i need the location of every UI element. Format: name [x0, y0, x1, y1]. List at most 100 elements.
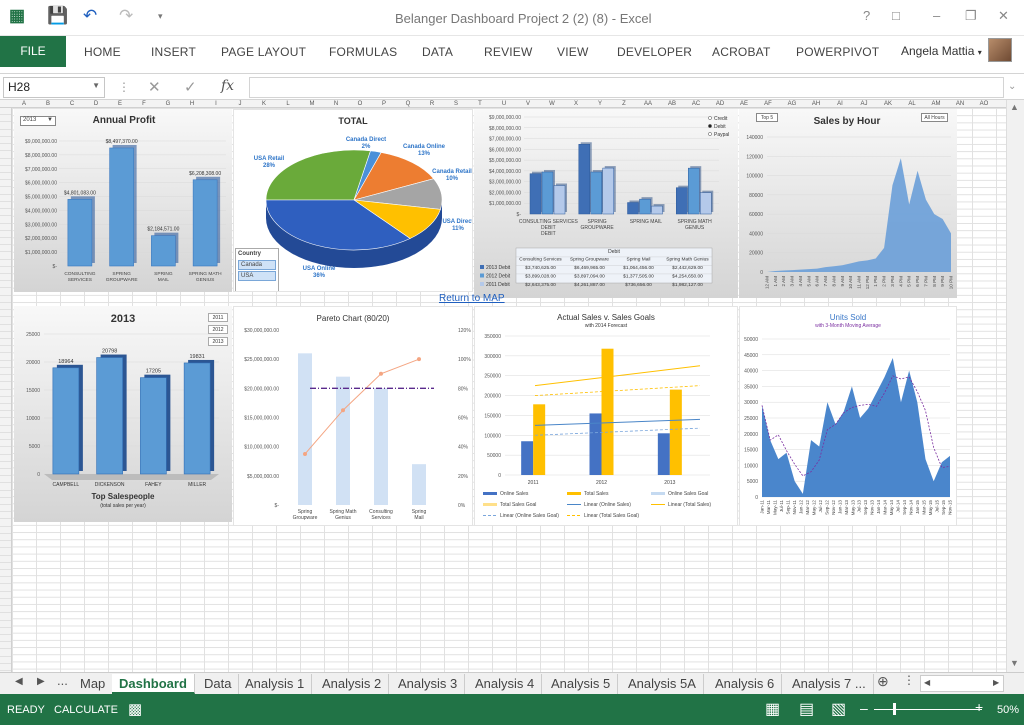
enter-icon[interactable]: ✓ [184, 78, 197, 96]
top-salespeople-chart[interactable]: 2013 0 5000 10000 15000 20000 25000 18964 CAMPB… [14, 306, 232, 522]
column-header[interactable]: N [324, 100, 348, 108]
sheet-tab[interactable]: Analysis 3 [391, 674, 466, 694]
row-header[interactable] [0, 606, 11, 614]
row-header[interactable] [0, 613, 11, 621]
scroll-down-icon[interactable]: ▼ [1010, 658, 1019, 668]
zoom-in-icon[interactable]: + [975, 699, 983, 715]
next-sheet-icon[interactable]: ▶ [37, 676, 45, 687]
debit-bar-chart[interactable]: $- $1,000,000.00 $2,000,000.00 $3,000,000.0… [474, 109, 738, 298]
row-header[interactable] [0, 339, 11, 347]
column-header[interactable]: AN [948, 100, 972, 108]
country-slicer[interactable]: Country Canada USA [235, 248, 279, 291]
column-header[interactable]: S [444, 100, 468, 108]
annual-profit-chart[interactable]: Annual Profit 2013 ▼ $- $1,000,000.00 $2,00… [14, 109, 232, 292]
row-header[interactable] [0, 426, 11, 433]
row-header[interactable] [0, 534, 11, 542]
row-header[interactable] [0, 245, 11, 253]
tab-formulas[interactable]: FORMULAS [329, 45, 397, 59]
row-header[interactable] [0, 130, 11, 137]
row-header[interactable] [0, 195, 11, 202]
row-header[interactable] [0, 642, 11, 650]
restore-icon[interactable]: ❐ [965, 8, 977, 24]
units-sold-chart[interactable]: Units Sold with 3-Month Moving Average 0… [739, 306, 957, 526]
sheet-tab[interactable]: Analysis 2 [315, 674, 390, 694]
row-header[interactable] [0, 440, 11, 448]
row-header[interactable] [0, 397, 11, 404]
formula-input[interactable] [249, 77, 1004, 98]
pareto-chart[interactable]: Pareto Chart (80/20) $- $5,000,000.00 $10,… [233, 306, 473, 526]
row-header[interactable] [0, 231, 11, 238]
row-header[interactable] [0, 577, 11, 585]
row-header[interactable] [0, 346, 11, 354]
row-header[interactable] [0, 592, 11, 599]
scroll-right-icon[interactable]: ▶ [993, 678, 999, 687]
file-tab[interactable]: FILE [0, 36, 66, 67]
column-header[interactable]: T [468, 100, 492, 108]
row-header[interactable] [0, 274, 11, 282]
help-icon[interactable]: ? [863, 8, 870, 23]
row-header[interactable] [0, 151, 11, 159]
more-sheets-icon[interactable]: ... [57, 673, 68, 688]
row-header[interactable] [0, 455, 11, 462]
row-header[interactable] [0, 664, 11, 672]
column-header[interactable]: M [300, 100, 324, 108]
column-header[interactable]: AI [828, 100, 852, 108]
row-header[interactable] [0, 505, 11, 513]
sheet-tab[interactable]: Analysis 5A [621, 674, 704, 694]
column-header[interactable]: AM [924, 100, 948, 108]
tab-developer[interactable]: DEVELOPER [617, 45, 692, 59]
total-pie-chart[interactable]: TOTAL USA Online 36% USA Retail 28% Canada D… [233, 109, 473, 292]
row-header[interactable] [0, 361, 11, 368]
column-header[interactable]: AA [636, 100, 660, 108]
row-header[interactable] [0, 382, 11, 390]
row-header[interactable] [0, 491, 11, 498]
column-header[interactable]: J [228, 100, 252, 108]
row-header[interactable] [0, 310, 11, 318]
year-2011-button[interactable]: 2011 [208, 313, 228, 322]
row-header[interactable] [0, 527, 11, 534]
minimize-icon[interactable]: – [933, 8, 940, 23]
row-header[interactable] [0, 115, 11, 123]
row-header[interactable] [0, 411, 11, 419]
tab-options-icon[interactable]: ⋮ [903, 673, 915, 687]
row-header[interactable] [0, 635, 11, 643]
row-header[interactable] [0, 238, 11, 246]
tab-insert[interactable]: INSERT [151, 45, 196, 59]
name-box[interactable]: H28 ▼ [3, 77, 105, 98]
row-header[interactable] [0, 599, 11, 607]
column-header[interactable]: Z [612, 100, 636, 108]
row-header[interactable] [0, 216, 11, 224]
sales-goals-chart[interactable]: Actual Sales v. Sales Goals with 2014 Fo… [474, 306, 738, 526]
column-header[interactable]: AG [780, 100, 804, 108]
column-header[interactable]: AJ [852, 100, 876, 108]
column-header[interactable]: AE [732, 100, 756, 108]
scroll-left-icon[interactable]: ◀ [924, 678, 930, 687]
row-header[interactable] [0, 144, 11, 152]
column-header[interactable]: D [84, 100, 108, 108]
page-layout-icon[interactable]: ▤ [799, 699, 814, 719]
sheet-tab[interactable]: Analysis 5 [544, 674, 619, 694]
horizontal-scrollbar[interactable] [920, 675, 1004, 692]
column-header[interactable]: AL [900, 100, 924, 108]
ribbon-options-icon[interactable]: □ [892, 8, 900, 23]
column-header[interactable]: I [204, 100, 228, 108]
row-header[interactable] [0, 267, 11, 275]
row-header[interactable] [0, 317, 11, 325]
column-header[interactable]: AK [876, 100, 900, 108]
insert-function-icon[interactable]: fx [221, 78, 234, 94]
slicer-item-usa[interactable]: USA [238, 271, 276, 281]
column-header[interactable]: AC [684, 100, 708, 108]
sheet-tab[interactable]: Analysis 1 [238, 674, 313, 694]
avatar[interactable] [988, 38, 1012, 62]
row-header[interactable] [0, 519, 11, 527]
row-header[interactable] [0, 570, 11, 578]
zoom-out-icon[interactable]: – [860, 700, 868, 716]
save-icon[interactable]: 💾 [47, 6, 68, 26]
column-header[interactable]: R [420, 100, 444, 108]
column-header[interactable]: V [516, 100, 540, 108]
tab-home[interactable]: HOME [84, 45, 121, 59]
row-header[interactable] [0, 202, 11, 210]
row-header[interactable] [0, 137, 11, 145]
tab-powerpivot[interactable]: POWERPIVOT [796, 45, 879, 59]
close-icon[interactable]: ✕ [998, 8, 1009, 24]
